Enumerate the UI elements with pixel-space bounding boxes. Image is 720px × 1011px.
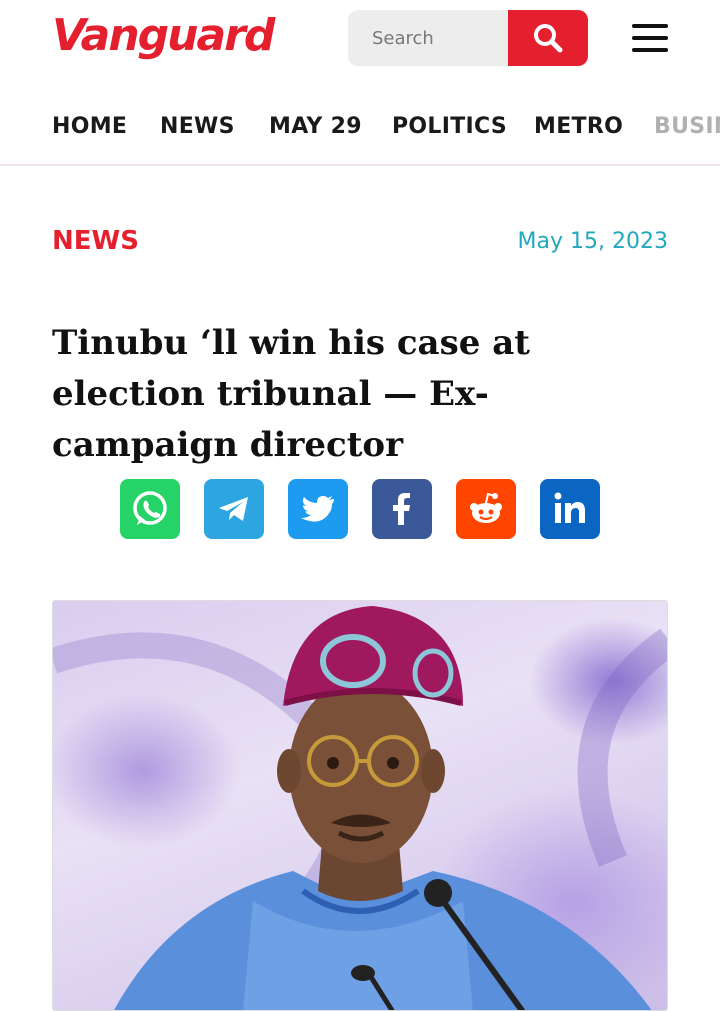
share-facebook-button[interactable] xyxy=(372,479,432,539)
nav-item-news[interactable]: NEWS xyxy=(160,114,235,139)
whatsapp-icon xyxy=(133,491,167,525)
share-whatsapp-button[interactable] xyxy=(120,479,180,539)
site-logo[interactable]: Vanguard xyxy=(52,10,275,62)
telegram-icon xyxy=(219,497,248,521)
nav-item-home[interactable]: HOME xyxy=(52,114,127,139)
article-photo xyxy=(52,600,668,1011)
nav-item-business[interactable]: BUSIN xyxy=(654,114,720,139)
menu-bar xyxy=(632,48,668,52)
article-category[interactable]: NEWS xyxy=(52,226,139,256)
share-reddit-button[interactable] xyxy=(456,479,516,539)
search-bar xyxy=(348,10,588,66)
search-icon xyxy=(534,24,563,53)
share-linkedin-button[interactable] xyxy=(540,479,600,539)
menu-bar xyxy=(632,24,668,28)
linkedin-icon xyxy=(554,492,585,523)
main-nav: HOME NEWS MAY 29 POLITICS METRO BUSIN xyxy=(0,96,720,166)
search-input[interactable] xyxy=(348,10,508,66)
twitter-icon xyxy=(301,496,334,522)
share-telegram-button[interactable] xyxy=(204,479,264,539)
reddit-icon xyxy=(470,492,502,523)
article-date: May 15, 2023 xyxy=(517,229,668,254)
facebook-icon xyxy=(393,493,410,525)
nav-item-politics[interactable]: POLITICS xyxy=(392,114,507,139)
nav-item-metro[interactable]: METRO xyxy=(534,114,623,139)
site-header: Vanguard xyxy=(0,0,720,80)
article-headline: Tinubu ‘ll win his case at election trib… xyxy=(52,323,530,465)
man-portrait-image xyxy=(53,606,667,1010)
search-button[interactable] xyxy=(508,10,588,66)
nav-item-may-29[interactable]: MAY 29 xyxy=(269,114,362,139)
hamburger-menu-button[interactable] xyxy=(632,24,668,52)
menu-bar xyxy=(632,36,668,40)
share-twitter-button[interactable] xyxy=(288,479,348,539)
